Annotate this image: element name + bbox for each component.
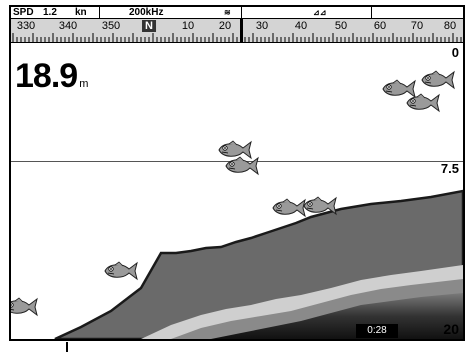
heading-marker (240, 19, 243, 43)
depth-scale-mid: 7.5 (440, 161, 459, 176)
depth-unit: m (79, 78, 88, 90)
elapsed-timer: 0:28 (356, 324, 398, 338)
compass-tape: 330 340 350 N 10 20 30 40 50 60 70 80 (11, 19, 463, 43)
compass-heading-30: 30 (255, 20, 269, 32)
compass-heading-50: 50 (334, 20, 348, 32)
compass-heading-40: 40 (294, 20, 308, 32)
battery-icon: ⊿⊿ (313, 8, 327, 17)
compass-heading-10: 10 (181, 20, 195, 32)
speed-unit: kn (75, 7, 87, 18)
frequency-label: 200kHz (129, 7, 164, 18)
compass-heading-60: 60 (373, 20, 387, 32)
status-bar: SPD 1.2 kn 200kHz ≋ ⊿⊿ (11, 7, 463, 19)
fish-finder-display: SPD 1.2 kn 200kHz ≋ ⊿⊿ 330 340 350 N 10 … (9, 5, 465, 341)
speed-value: 1.2 (43, 7, 57, 18)
speed-label: SPD (13, 7, 34, 18)
depth-value: 18.9 (15, 57, 78, 95)
depth-scale-bottom: 20 (443, 321, 459, 337)
compass-heading-70: 70 (410, 20, 424, 32)
scroll-cursor-tick (66, 342, 68, 352)
depth-readout: 18.9 m (15, 57, 88, 96)
depth-range-line (11, 161, 463, 162)
compass-heading-340: 340 (58, 20, 78, 32)
compass-heading-20: 20 (218, 20, 232, 32)
depth-scale-top: 0 (451, 45, 459, 60)
compass-heading-330: 330 (16, 20, 36, 32)
compass-tick-marks (12, 33, 462, 43)
compass-heading-350: 350 (101, 20, 121, 32)
compass-heading-80: 80 (443, 20, 457, 32)
sonar-wave-icon: ≋ (224, 8, 231, 17)
compass-heading-north: N (142, 20, 156, 32)
sonar-echogram: 18.9 m 0 7.5 20 0:28 (11, 43, 463, 339)
